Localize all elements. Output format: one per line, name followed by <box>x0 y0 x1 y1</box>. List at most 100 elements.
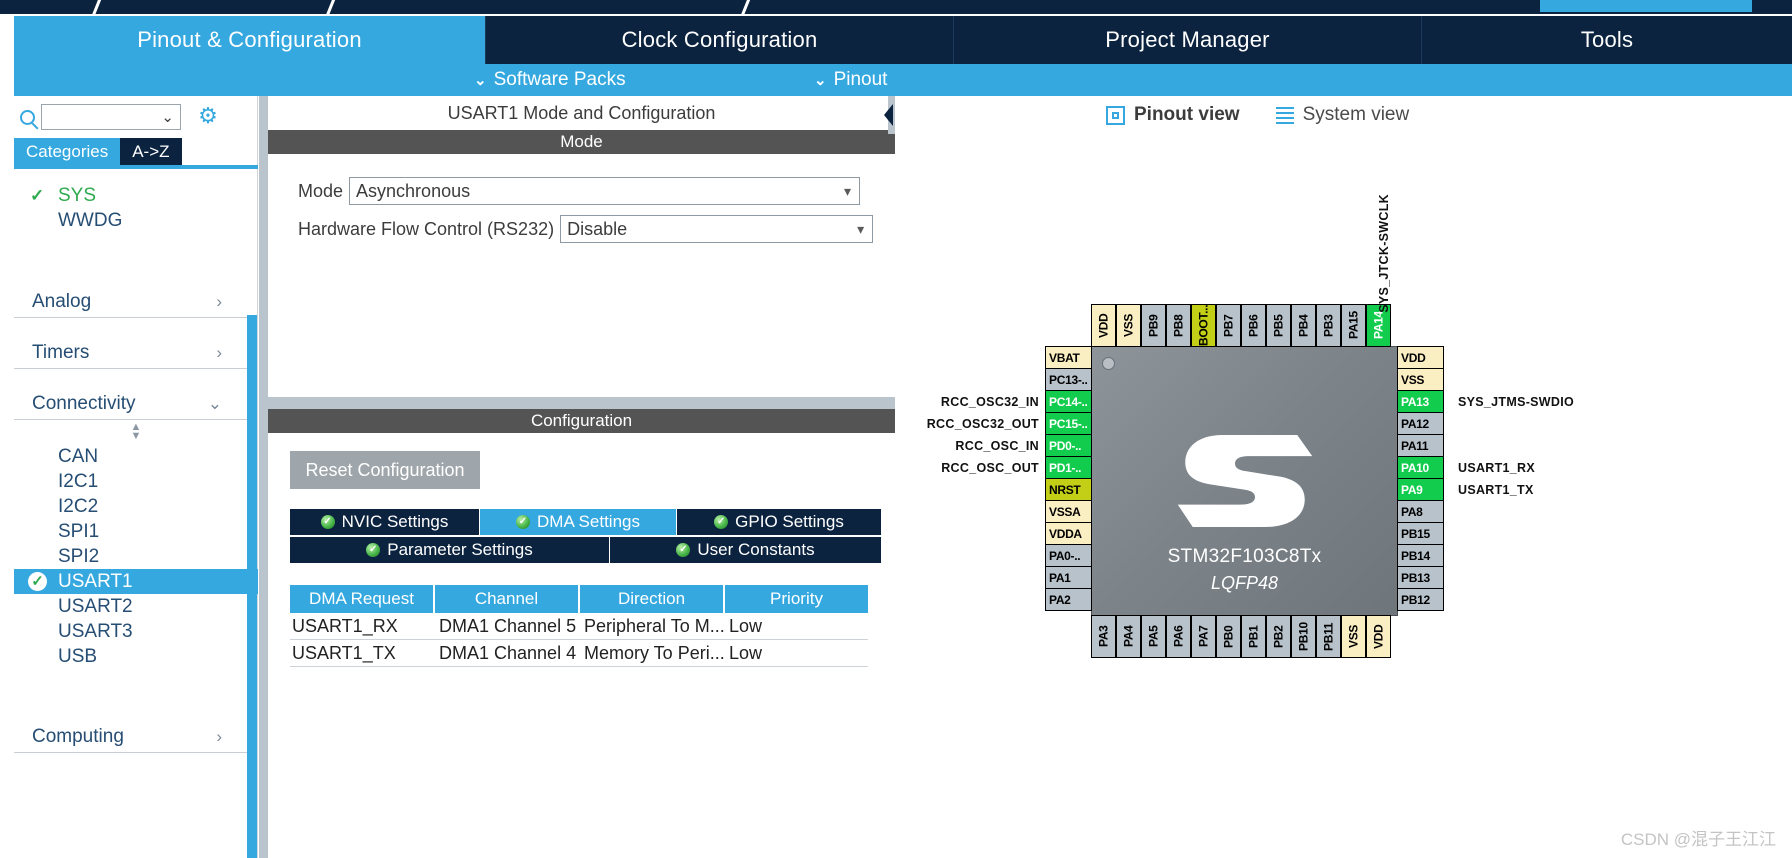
sidebar-group-computing[interactable]: Computing › <box>14 721 258 753</box>
sidebar-group-label: Timers <box>32 341 90 363</box>
panel-collapse-handle[interactable] <box>884 96 895 134</box>
pin-left-nrst[interactable]: NRST <box>1045 478 1092 501</box>
pin-top-vss[interactable]: VSS <box>1116 304 1141 347</box>
cell-channel: DMA1 Channel 5 <box>439 615 577 636</box>
pin-bottom-pb11[interactable]: PB11 <box>1316 615 1341 658</box>
pin-left-pa2[interactable]: PA2 <box>1045 588 1092 611</box>
tab-dma-settings[interactable]: ✓ DMA Settings <box>480 509 677 535</box>
pin-left-pa1[interactable]: PA1 <box>1045 566 1092 589</box>
pin-right-vdd[interactable]: VDD <box>1397 346 1444 369</box>
sidebar-scrollbar[interactable] <box>247 315 257 858</box>
pin-left-pd0[interactable]: PD0-.. <box>1045 434 1092 457</box>
pin-bottom-pa3[interactable]: PA3 <box>1091 615 1116 658</box>
pin-right-vss[interactable]: VSS <box>1397 368 1444 391</box>
pin-left-pa0[interactable]: PA0-.. <box>1045 544 1092 567</box>
pin-right-pa8[interactable]: PA8 <box>1397 500 1444 523</box>
sidebar-item-usb[interactable]: USB <box>14 644 258 669</box>
pin-top-vdd[interactable]: VDD <box>1091 304 1116 347</box>
tab-parameter-settings[interactable]: ✓ Parameter Settings <box>290 537 610 563</box>
column-header-priority[interactable]: Priority <box>725 585 868 613</box>
configuration-tabs: ✓ NVIC Settings ✓ DMA Settings ✓ GPIO Se… <box>290 509 881 563</box>
pin-left-vssa[interactable]: VSSA <box>1045 500 1092 523</box>
pin-right-pa10[interactable]: PA10 <box>1397 456 1444 479</box>
hardware-flow-control-row: Hardware Flow Control (RS232) Disable ▾ <box>268 214 895 244</box>
mode-section-header: Mode <box>268 130 895 154</box>
pin-right-pa13[interactable]: PA13 <box>1397 390 1444 413</box>
search-input[interactable]: ⌄ <box>41 104 181 130</box>
pin-right-pb13[interactable]: PB13 <box>1397 566 1444 589</box>
sidebar-item-i2c1[interactable]: I2C1 <box>14 469 258 494</box>
pin-left-pd1[interactable]: PD1-.. <box>1045 456 1092 479</box>
tab-nvic-settings[interactable]: ✓ NVIC Settings <box>290 509 480 535</box>
tab-pinout-configuration[interactable]: Pinout & Configuration <box>14 16 486 64</box>
tab-categories[interactable]: Categories <box>14 138 121 165</box>
sidebar-group-connectivity[interactable]: Connectivity ⌄ <box>14 388 258 420</box>
sidebar-item-usart1[interactable]: ✓ USART1 <box>14 569 258 594</box>
pin-left-pc13[interactable]: PC13-.. <box>1045 368 1092 391</box>
pin-right-pb14[interactable]: PB14 <box>1397 544 1444 567</box>
sidebar-item-sys[interactable]: ✓ SYS <box>14 183 258 208</box>
tab-clock-configuration[interactable]: Clock Configuration <box>486 16 954 64</box>
pin-top-pb6[interactable]: PB6 <box>1241 304 1266 347</box>
sidebar-item-i2c2[interactable]: I2C2 <box>14 494 258 519</box>
pin-top-pb4[interactable]: PB4 <box>1291 304 1316 347</box>
pin-bottom-vss[interactable]: VSS <box>1341 615 1366 658</box>
pin-right-pb15[interactable]: PB15 <box>1397 522 1444 545</box>
tab-gpio-settings[interactable]: ✓ GPIO Settings <box>677 509 881 535</box>
pin-bottom-pa4[interactable]: PA4 <box>1116 615 1141 658</box>
sidebar-group-analog[interactable]: Analog › <box>14 286 258 318</box>
pin-bottom-pb0[interactable]: PB0 <box>1216 615 1241 658</box>
pin-bottom-pb1[interactable]: PB1 <box>1241 615 1266 658</box>
tab-user-constants[interactable]: ✓ User Constants <box>610 537 881 563</box>
pin-left-vbat[interactable]: VBAT <box>1045 346 1092 369</box>
pin-right-pa9[interactable]: PA9 <box>1397 478 1444 501</box>
sidebar-item-usart2[interactable]: USART2 <box>14 594 258 619</box>
pin-top-boot0[interactable]: BOOT... <box>1191 304 1216 347</box>
pin-top-pa15[interactable]: PA15 <box>1341 304 1366 347</box>
pin-bottom-pa6[interactable]: PA6 <box>1166 615 1191 658</box>
reset-configuration-button[interactable]: Reset Configuration <box>290 451 480 489</box>
column-header-channel[interactable]: Channel <box>435 585 580 613</box>
sidebar-group-timers[interactable]: Timers › <box>14 337 258 369</box>
sidebar-item-spi2[interactable]: SPI2 <box>14 544 258 569</box>
pin-top-pb9[interactable]: PB9 <box>1141 304 1166 347</box>
pin-bottom-vdd[interactable]: VDD <box>1366 615 1391 658</box>
tab-a-to-z[interactable]: A->Z <box>120 138 182 165</box>
pin-right-pa12[interactable]: PA12 <box>1397 412 1444 435</box>
pin-right-pb12[interactable]: PB12 <box>1397 588 1444 611</box>
pin-bottom-pb10[interactable]: PB10 <box>1291 615 1316 658</box>
mode-select[interactable]: Asynchronous ▾ <box>349 177 861 205</box>
pin-top-pb5[interactable]: PB5 <box>1266 304 1291 347</box>
sidebar-item-spi1[interactable]: SPI1 <box>14 519 258 544</box>
pin-left-vdda[interactable]: VDDA <box>1045 522 1092 545</box>
menu-software-packs[interactable]: ⌄ Software Packs <box>474 68 626 92</box>
configuration-tabs-row-2: ✓ Parameter Settings ✓ User Constants <box>290 537 881 563</box>
sidebar-item-label: SYS <box>58 184 97 206</box>
pin-top-pb8[interactable]: PB8 <box>1166 304 1191 347</box>
table-row[interactable]: USART1_TX DMA1 Channel 4 Memory To Peri.… <box>290 640 868 667</box>
tab-project-manager[interactable]: Project Manager <box>954 16 1422 64</box>
column-header-dma-request[interactable]: DMA Request <box>290 585 435 613</box>
hardware-flow-control-select[interactable]: Disable ▾ <box>560 215 874 243</box>
hardware-flow-control-value: Disable <box>567 218 628 239</box>
toolbar-highlight-button[interactable] <box>1540 0 1752 12</box>
column-header-direction[interactable]: Direction <box>580 585 725 613</box>
pin-bottom-pa7[interactable]: PA7 <box>1191 615 1216 658</box>
pin-bottom-pa5[interactable]: PA5 <box>1141 615 1166 658</box>
sidebar-item-can[interactable]: CAN <box>14 444 258 469</box>
pin-right-pa11[interactable]: PA11 <box>1397 434 1444 457</box>
chevron-down-icon: ⌄ <box>474 72 487 89</box>
sidebar-item-wwdg[interactable]: WWDG <box>14 208 258 233</box>
pin-top-pb7[interactable]: PB7 <box>1216 304 1241 347</box>
table-row[interactable]: USART1_RX DMA1 Channel 5 Peripheral To M… <box>290 613 868 640</box>
pin-left-pc14[interactable]: PC14-.. <box>1045 390 1092 413</box>
pin-bottom-pb2[interactable]: PB2 <box>1266 615 1291 658</box>
tab-tools[interactable]: Tools <box>1422 16 1792 64</box>
menu-pinout[interactable]: ⌄ Pinout <box>814 68 887 92</box>
list-spinner-icon[interactable]: ▲ ▼ <box>14 420 258 444</box>
pin-top-pb3[interactable]: PB3 <box>1316 304 1341 347</box>
sidebar-item-usart3[interactable]: USART3 <box>14 619 258 644</box>
pin-left-pc15[interactable]: PC15-.. <box>1045 412 1092 435</box>
gear-icon[interactable]: ⚙ <box>197 105 219 128</box>
sidebar-tabs: Categories A->Z <box>14 138 182 165</box>
